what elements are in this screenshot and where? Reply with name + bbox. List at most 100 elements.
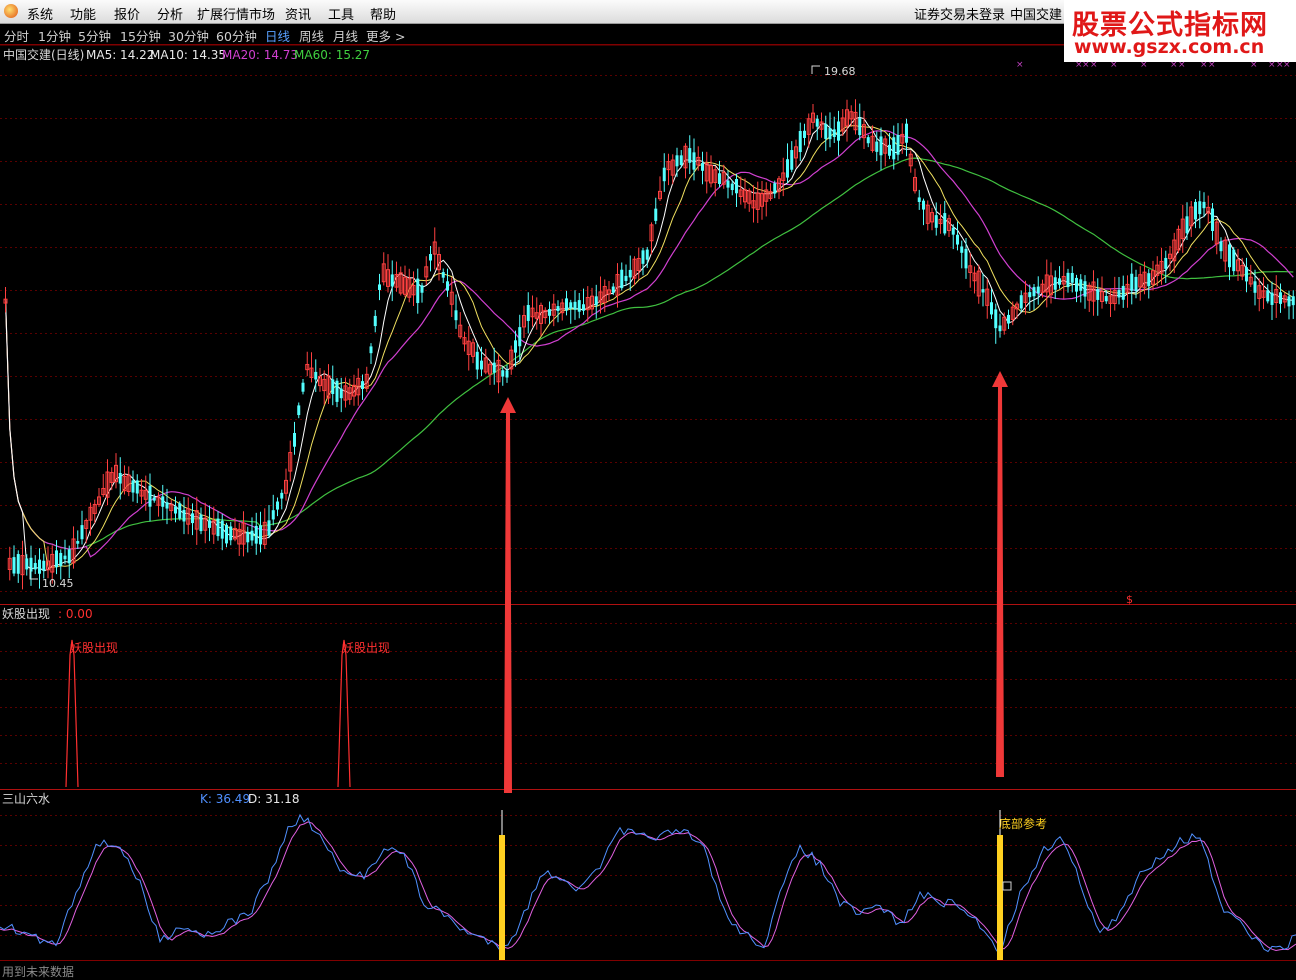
candle-body (55, 550, 58, 568)
candle-body (917, 197, 921, 202)
kd-cursor-icon (1002, 881, 1012, 891)
period-daily[interactable]: 日线 (265, 26, 290, 45)
candle-body (1291, 296, 1295, 306)
candle-body (892, 137, 896, 160)
low-price-label: 10.45 (42, 577, 74, 590)
menu-help[interactable]: 帮助 (370, 4, 396, 23)
candle-body (858, 118, 862, 136)
candle-body (832, 129, 836, 137)
candle-body (118, 472, 122, 484)
candle-body (229, 526, 233, 541)
candle-body (960, 246, 964, 253)
candle-body (798, 131, 802, 153)
buy-arrow-2 (992, 371, 1008, 777)
candle-body (943, 213, 947, 234)
app-logo-icon (4, 4, 18, 18)
candle-body (480, 360, 483, 370)
candle-body (276, 501, 279, 510)
candle-body (148, 485, 152, 507)
candle-body (1130, 273, 1134, 291)
candle-body (518, 327, 522, 347)
period-monthly[interactable]: 月线 (333, 26, 358, 45)
candle-body (1164, 257, 1168, 269)
candle-body (730, 183, 734, 191)
candle-body (514, 340, 517, 353)
candle-body (735, 178, 738, 194)
candle-body (1083, 281, 1087, 297)
candle-body (1287, 296, 1291, 307)
status-footer: 用到未来数据 (0, 960, 1296, 980)
candle-body (1121, 285, 1125, 300)
chart-area[interactable]: 中国交建(日线) MA5: 14.22 MA10: 14.35 MA20: 14… (0, 45, 1296, 960)
candle-body (701, 163, 704, 171)
candle-body (63, 555, 67, 560)
candle-body (828, 128, 832, 140)
menu-extended-market[interactable]: 扩展行情市场 (197, 4, 275, 23)
signal-label-1: 妖股出现 (70, 641, 118, 655)
login-status[interactable]: 证券交易未登录 (914, 4, 1005, 23)
menu-analysis[interactable]: 分析 (157, 4, 183, 23)
candle-body (675, 155, 679, 167)
candle-body (225, 524, 228, 544)
kd-bottom-label: 底部参考 (999, 816, 1047, 831)
candle-body (1202, 201, 1206, 209)
candle-body (429, 254, 432, 261)
candle-body (454, 310, 458, 321)
menu-system[interactable]: 系统 (27, 4, 53, 23)
menu-news[interactable]: 资讯 (285, 4, 311, 23)
period-5min[interactable]: 5分钟 (78, 26, 111, 45)
candle-body (1007, 314, 1010, 324)
candle-body (956, 234, 959, 245)
ma5-line (5, 116, 1294, 572)
candle-body (1270, 292, 1274, 305)
ma10-label: MA10: 14.35 (150, 48, 226, 62)
period-60min[interactable]: 60分钟 (216, 26, 257, 45)
candle-body (1279, 292, 1282, 304)
menu-quote[interactable]: 报价 (114, 4, 140, 23)
dollar-marker-icon: $ (1126, 593, 1133, 606)
candle-body (1053, 277, 1057, 290)
candle-body (373, 315, 377, 327)
brand-url: www.gszx.com.cn (1074, 36, 1265, 58)
period-weekly[interactable]: 周线 (299, 26, 324, 45)
candle-body (12, 557, 16, 574)
period-timeshare[interactable]: 分时 (4, 26, 29, 45)
candle-body (641, 250, 645, 264)
candle-body (1075, 277, 1078, 292)
candle-body (33, 563, 37, 570)
candle-body (879, 136, 883, 156)
menu-tools[interactable]: 工具 (328, 4, 354, 23)
candle-body (1211, 208, 1214, 232)
candle-body (1245, 267, 1248, 282)
candle-body (38, 559, 41, 574)
candle-body (526, 305, 530, 321)
candle-body (331, 379, 335, 394)
signal-spike-2 (337, 639, 351, 788)
candle-body (1147, 273, 1151, 287)
candle-body (1036, 286, 1040, 294)
ma20-label: MA20: 14.73 (222, 48, 298, 62)
candle-body (964, 248, 968, 269)
candle-body (293, 432, 296, 447)
candle-body (934, 215, 938, 228)
period-more[interactable]: 更多 > (366, 26, 405, 45)
candle-body (174, 506, 177, 514)
candle-body (688, 148, 692, 163)
candle-body (1070, 272, 1074, 283)
kd-k-label: K: 36.49 (200, 792, 250, 806)
candle-body (875, 141, 879, 152)
candle-body (76, 541, 80, 544)
period-30min[interactable]: 30分钟 (168, 26, 209, 45)
high-marker (811, 65, 820, 74)
candle-body (815, 118, 819, 127)
candle-body (216, 518, 220, 537)
candle-body (837, 121, 840, 141)
candle-body (254, 525, 258, 544)
candle-body (339, 388, 343, 399)
candle-body (790, 150, 794, 170)
period-1min[interactable]: 1分钟 (38, 26, 71, 45)
kd-bottom-bar-1 (499, 835, 505, 960)
period-15min[interactable]: 15分钟 (120, 26, 161, 45)
menu-function[interactable]: 功能 (70, 4, 96, 23)
candle-body (624, 275, 628, 281)
